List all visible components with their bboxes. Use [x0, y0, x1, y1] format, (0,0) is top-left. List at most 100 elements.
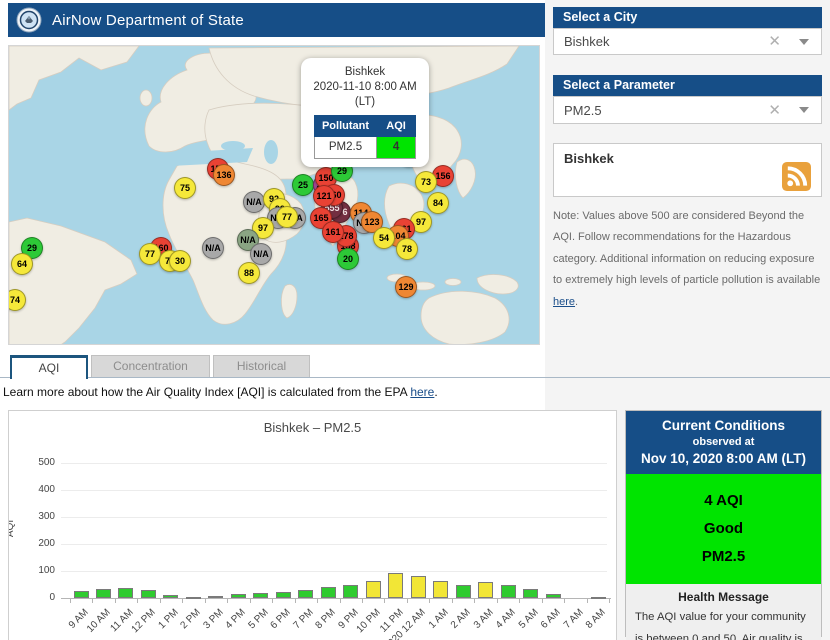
x-axis-tick	[519, 599, 520, 603]
x-axis-tick	[272, 599, 273, 603]
y-axis-tick-label: 100	[27, 565, 55, 576]
aqi-map-marker[interactable]: N/A	[243, 191, 265, 213]
aqi-map-marker[interactable]: 88	[238, 262, 260, 284]
chart-title: Bishkek – PM2.5	[9, 420, 616, 435]
aqi-map-marker[interactable]: 84	[427, 192, 449, 214]
health-message-text: The AQI value for your community is betw…	[635, 607, 812, 640]
learn-more-line: Learn more about how the Air Quality Ind…	[3, 385, 438, 399]
rss-city-box: Bishkek	[553, 143, 822, 197]
x-axis-tick	[497, 599, 498, 603]
aqi-map-marker[interactable]: 20	[337, 248, 359, 270]
aqi-map-marker[interactable]: 25	[292, 174, 314, 196]
app-title: AirNow Department of State	[52, 12, 244, 29]
chevron-down-icon[interactable]	[799, 39, 809, 45]
note-here-link[interactable]: here	[553, 296, 575, 308]
observed-time: Nov 10, 2020 8:00 AM (LT)	[630, 451, 817, 466]
tab-concentration[interactable]: Concentration	[91, 355, 210, 378]
chart-bar[interactable]	[366, 581, 381, 598]
learn-more-here-link[interactable]: here	[410, 385, 434, 399]
y-axis-tick-label: 200	[27, 538, 55, 549]
rss-feed-icon[interactable]	[782, 162, 811, 191]
x-axis-tick	[429, 599, 430, 603]
chevron-down-icon[interactable]	[799, 107, 809, 113]
beyond-aqi-note: Note: Values above 500 are considered Be…	[553, 206, 824, 313]
chart-bar[interactable]	[231, 594, 246, 598]
chart-bar[interactable]	[118, 588, 133, 598]
chart-bar[interactable]	[523, 589, 538, 598]
aqi-map-marker[interactable]: 136	[213, 164, 235, 186]
health-message-block: Health Message The AQI value for your co…	[626, 584, 821, 640]
select-parameter-header: Select a Parameter	[553, 75, 822, 96]
gridline	[61, 490, 607, 491]
health-message-title: Health Message	[635, 590, 812, 604]
chart-bar[interactable]	[298, 590, 313, 598]
note-suffix: .	[575, 296, 578, 308]
y-axis-title: AQI	[8, 520, 16, 537]
aqi-category-line: Good	[626, 515, 821, 543]
tab-divider-line	[0, 377, 830, 378]
chart-bar[interactable]	[501, 585, 516, 598]
chart-bar[interactable]	[253, 593, 268, 598]
aqi-bar-chart: Bishkek – PM2.5 AQI 01002003004005009 AM…	[8, 410, 617, 640]
chart-bar[interactable]	[591, 597, 606, 599]
chart-bar[interactable]	[343, 585, 358, 598]
aqi-map-marker[interactable]: 78	[396, 238, 418, 260]
chart-bar[interactable]	[411, 576, 426, 598]
chart-bar[interactable]	[321, 587, 336, 598]
aqi-map-marker[interactable]: 73	[415, 171, 437, 193]
popup-city: Bishkek	[306, 65, 424, 80]
popup-timezone: (LT)	[306, 95, 424, 110]
select-city-header: Select a City	[553, 7, 822, 28]
x-axis-tick	[250, 599, 251, 603]
aqi-pollutant-line: PM2.5	[626, 543, 821, 571]
world-aqi-map[interactable]: 2964747516077713015913625N/A9299N/AN/A77…	[8, 45, 540, 345]
aqi-map-marker[interactable]: N/A	[250, 243, 272, 265]
clear-parameter-icon[interactable]: ✕	[768, 103, 781, 118]
tab-aqi[interactable]: AQI	[10, 355, 88, 379]
chart-bar[interactable]	[456, 585, 471, 598]
current-conditions-title: Current Conditions	[630, 418, 817, 433]
chart-bar[interactable]	[388, 573, 403, 598]
parameter-select-value: PM2.5	[554, 103, 768, 118]
city-select[interactable]: Bishkek ✕	[553, 28, 822, 55]
aqi-map-marker[interactable]: 74	[8, 289, 26, 311]
gridline	[61, 517, 607, 518]
chart-bar[interactable]	[74, 591, 89, 598]
aqi-map-marker[interactable]: 77	[276, 206, 298, 228]
gridline	[61, 571, 607, 572]
learn-more-text: Learn more about how the Air Quality Ind…	[3, 385, 410, 399]
note-text: Note: Values above 500 are considered Be…	[553, 210, 820, 286]
chart-bar[interactable]	[163, 595, 178, 598]
clear-city-icon[interactable]: ✕	[768, 34, 781, 49]
learn-more-suffix: .	[434, 385, 437, 399]
chart-bar[interactable]	[433, 581, 448, 598]
x-axis-tick	[474, 599, 475, 603]
x-axis-tick	[362, 599, 363, 603]
chart-bar[interactable]	[186, 597, 201, 599]
aqi-map-marker[interactable]: 64	[11, 253, 33, 275]
popup-aqi-value: 4	[377, 137, 416, 159]
chart-bar[interactable]	[276, 592, 291, 598]
aqi-map-marker[interactable]: 30	[169, 250, 191, 272]
parameter-select[interactable]: PM2.5 ✕	[553, 96, 822, 124]
y-axis-tick-label: 500	[27, 457, 55, 468]
aqi-map-marker[interactable]: 129	[395, 276, 417, 298]
aqi-map-marker[interactable]: 54	[373, 227, 395, 249]
chart-bar[interactable]	[96, 589, 111, 598]
chart-bar[interactable]	[478, 582, 493, 598]
aqi-map-marker[interactable]: 77	[139, 243, 161, 265]
x-axis-tick	[564, 599, 565, 603]
aqi-map-marker[interactable]: 121	[313, 185, 335, 207]
y-axis-tick-label: 300	[27, 511, 55, 522]
x-axis-line	[61, 598, 611, 599]
x-axis-tick	[295, 599, 296, 603]
aqi-map-marker[interactable]: 161	[322, 221, 344, 243]
aqi-map-marker[interactable]: N/A	[202, 237, 224, 259]
current-conditions-panel: Current Conditions observed at Nov 10, 2…	[625, 410, 822, 637]
chart-bar[interactable]	[141, 590, 156, 598]
tab-historical[interactable]: Historical	[213, 355, 310, 378]
aqi-map-marker[interactable]: 75	[174, 177, 196, 199]
rss-city-label: Bishkek	[564, 151, 614, 166]
chart-bar[interactable]	[546, 594, 561, 598]
chart-bar[interactable]	[208, 596, 223, 598]
